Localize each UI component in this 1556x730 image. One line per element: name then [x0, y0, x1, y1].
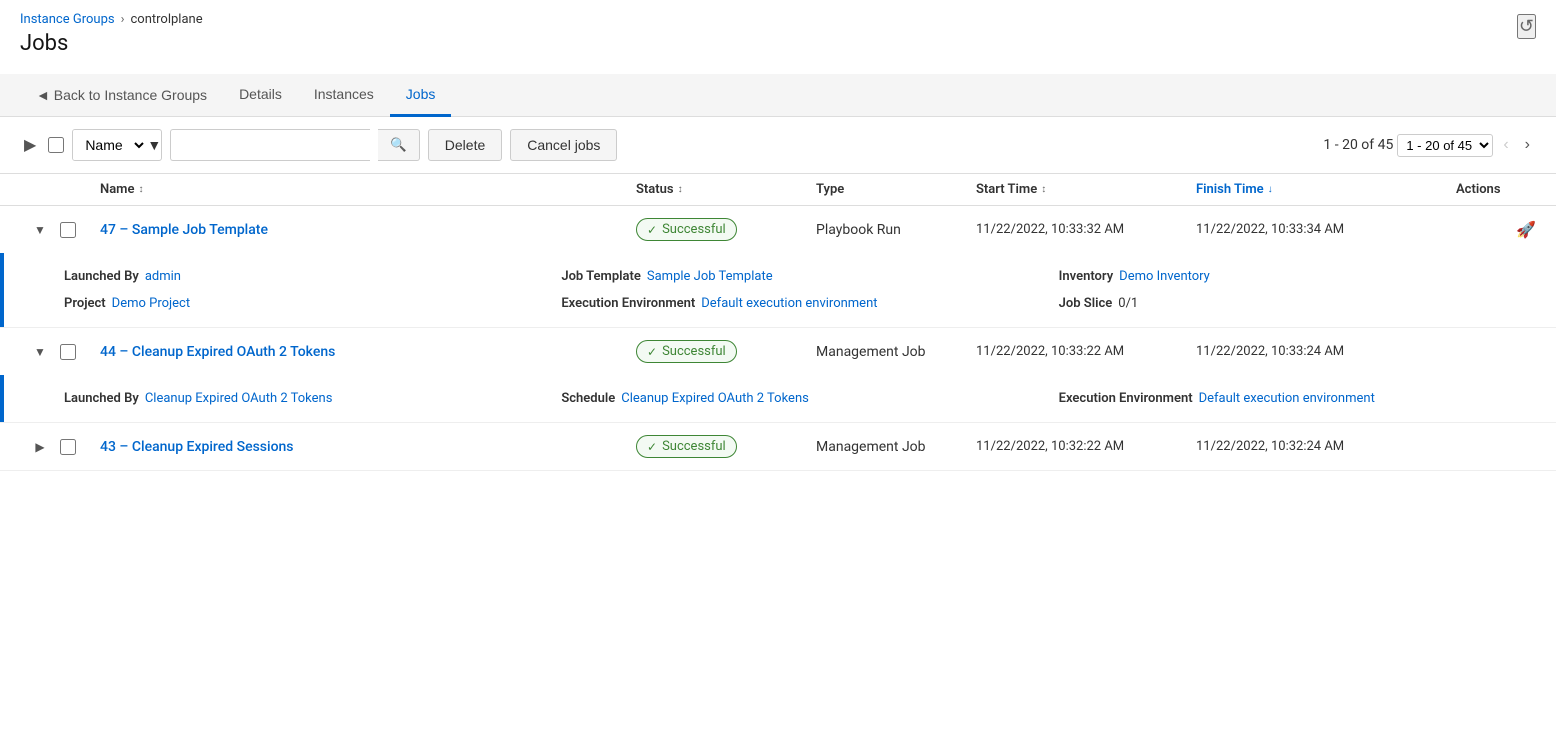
launched-by-value[interactable]: Cleanup Expired OAuth 2 Tokens: [145, 391, 333, 406]
search-icon: 🔍: [390, 137, 407, 152]
breadcrumb-parent[interactable]: Instance Groups: [20, 12, 115, 27]
prev-page-button[interactable]: ‹: [1497, 132, 1514, 158]
next-page-button[interactable]: ›: [1519, 132, 1536, 158]
tabs-bar: ◄ Back to Instance Groups Details Instan…: [0, 74, 1556, 117]
breadcrumb-child: controlplane: [130, 12, 202, 27]
start-sort-icon: ↕: [1041, 184, 1046, 195]
job-slice-value: 0/1: [1118, 296, 1138, 311]
table-row: ▼ 47 – Sample Job Template ✓ Successful …: [0, 206, 1556, 328]
job-name-link[interactable]: 44 – Cleanup Expired OAuth 2 Tokens: [100, 344, 335, 360]
finish-sort-icon: ↓: [1268, 184, 1273, 195]
exec-env-value[interactable]: Default execution environment: [1199, 391, 1375, 406]
row-expand-button[interactable]: ▼: [20, 343, 60, 361]
exec-env-value[interactable]: Default execution environment: [701, 296, 877, 311]
schedule-label: Schedule: [561, 391, 615, 406]
delete-button[interactable]: Delete: [428, 129, 502, 161]
row-checkbox[interactable]: [60, 439, 76, 455]
job-type: Management Job: [816, 344, 976, 360]
tab-instances[interactable]: Instances: [298, 74, 390, 117]
job-main-row: ▼ 47 – Sample Job Template ✓ Successful …: [0, 206, 1556, 253]
search-input[interactable]: [170, 129, 370, 161]
inventory-value[interactable]: Demo Inventory: [1119, 269, 1210, 284]
col-header-start-time[interactable]: Start Time ↕: [976, 182, 1196, 197]
col-header-actions: Actions: [1456, 182, 1536, 197]
job-name-link[interactable]: 43 – Cleanup Expired Sessions: [100, 439, 294, 455]
job-detail-panel: Launched By admin Job Template Sample Jo…: [0, 253, 1556, 327]
name-sort-icon: ↕: [138, 184, 143, 195]
status-badge: ✓ Successful: [636, 435, 737, 458]
breadcrumb: Instance Groups › controlplane: [20, 12, 1536, 27]
launched-by-label: Launched By: [64, 269, 139, 284]
search-button[interactable]: 🔍: [378, 129, 420, 161]
breadcrumb-separator: ›: [121, 12, 125, 27]
filter-select-container: Name ▼: [72, 129, 162, 161]
toolbar: ▶ Name ▼ 🔍 Delete Cancel jobs 1 - 20 of …: [0, 117, 1556, 174]
select-all-checkbox[interactable]: [48, 137, 64, 153]
col-header-finish-time[interactable]: Finish Time ↓: [1196, 182, 1456, 197]
launched-by-label: Launched By: [64, 391, 139, 406]
job-main-row: ▶ 43 – Cleanup Expired Sessions ✓ Succes…: [0, 423, 1556, 470]
pagination-text: 1 - 20 of 45: [1323, 137, 1393, 153]
status-badge: ✓ Successful: [636, 218, 737, 241]
row-expand-button[interactable]: ▶: [20, 438, 60, 456]
job-template-value[interactable]: Sample Job Template: [647, 269, 773, 284]
job-main-row: ▼ 44 – Cleanup Expired OAuth 2 Tokens ✓ …: [0, 328, 1556, 375]
status-sort-icon: ↕: [678, 184, 683, 195]
start-time: 11/22/2022, 10:33:22 AM: [976, 344, 1196, 359]
col-header-name[interactable]: Name ↕: [100, 182, 636, 197]
job-slice-label: Job Slice: [1059, 296, 1113, 311]
finish-time: 11/22/2022, 10:33:24 AM: [1196, 344, 1456, 359]
history-icon[interactable]: ↺: [1517, 14, 1536, 39]
project-value[interactable]: Demo Project: [112, 296, 190, 311]
finish-time: 11/22/2022, 10:33:34 AM: [1196, 222, 1456, 237]
launched-by-value[interactable]: admin: [145, 269, 181, 284]
start-time: 11/22/2022, 10:32:22 AM: [976, 439, 1196, 454]
job-type: Playbook Run: [816, 222, 976, 238]
cancel-jobs-button[interactable]: Cancel jobs: [510, 129, 617, 161]
check-icon: ✓: [647, 440, 657, 454]
pagination: 1 - 20 of 45 1 - 20 of 45 ‹ ›: [1323, 132, 1536, 158]
schedule-value[interactable]: Cleanup Expired OAuth 2 Tokens: [621, 391, 809, 406]
content-area: ▶ Name ▼ 🔍 Delete Cancel jobs 1 - 20 of …: [0, 117, 1556, 471]
tab-details[interactable]: Details: [223, 74, 298, 117]
table-row: ▼ 44 – Cleanup Expired OAuth 2 Tokens ✓ …: [0, 328, 1556, 423]
job-name-link[interactable]: 47 – Sample Job Template: [100, 222, 268, 238]
start-time: 11/22/2022, 10:33:32 AM: [976, 222, 1196, 237]
page-title: Jobs: [20, 31, 1536, 56]
row-checkbox[interactable]: [60, 344, 76, 360]
row-expand-button[interactable]: ▼: [20, 221, 60, 239]
job-type: Management Job: [816, 439, 976, 455]
inventory-label: Inventory: [1059, 269, 1114, 284]
relaunch-icon[interactable]: 🚀: [1516, 220, 1536, 239]
project-label: Project: [64, 296, 106, 311]
check-icon: ✓: [647, 223, 657, 237]
filter-chevron-icon: ▼: [147, 137, 161, 154]
exec-env-label: Execution Environment: [561, 296, 695, 311]
job-template-label: Job Template: [561, 269, 641, 284]
col-header-status[interactable]: Status ↕: [636, 182, 816, 197]
page-select[interactable]: 1 - 20 of 45: [1397, 134, 1493, 157]
finish-time: 11/22/2022, 10:32:24 AM: [1196, 439, 1456, 454]
tab-back[interactable]: ◄ Back to Instance Groups: [20, 75, 223, 115]
table-header: Name ↕ Status ↕ Type Start Time ↕ Finish…: [0, 174, 1556, 206]
tab-jobs[interactable]: Jobs: [390, 74, 452, 117]
row-checkbox[interactable]: [60, 222, 76, 238]
check-icon: ✓: [647, 345, 657, 359]
table-row: ▶ 43 – Cleanup Expired Sessions ✓ Succes…: [0, 423, 1556, 471]
status-badge: ✓ Successful: [636, 340, 737, 363]
expand-all-button[interactable]: ▶: [20, 131, 40, 159]
filter-select[interactable]: Name: [73, 130, 147, 160]
job-detail-panel: Launched By Cleanup Expired OAuth 2 Toke…: [0, 375, 1556, 422]
col-header-type: Type: [816, 182, 976, 197]
exec-env-label: Execution Environment: [1059, 391, 1193, 406]
